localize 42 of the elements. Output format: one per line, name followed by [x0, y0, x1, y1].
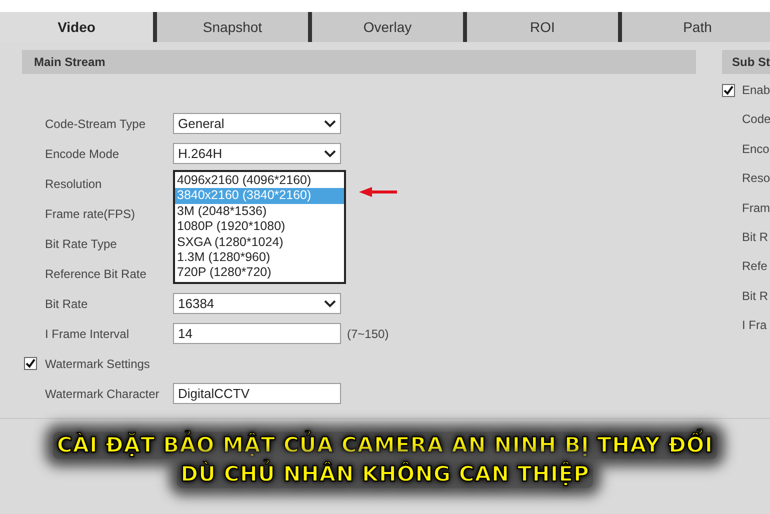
field-label: Code-Stream Type	[44, 116, 146, 130]
field-label: Reso	[742, 171, 770, 186]
field-label: Fram	[742, 200, 770, 215]
dropdown[interactable]: 16384	[173, 293, 341, 314]
checkbox-label: Watermark Settings	[45, 356, 150, 370]
dropdown-option[interactable]: SXGA (1280*1024)	[175, 234, 344, 250]
field-label: Encode Mode	[44, 146, 120, 160]
dropdown-option[interactable]: 3M (2048*1536)	[175, 204, 344, 220]
field-label: Bit R	[742, 288, 768, 303]
field-label: Code	[742, 112, 770, 126]
field-label: Refe	[742, 259, 768, 274]
checkbox[interactable]	[722, 84, 735, 96]
field-label: Resolution	[44, 176, 103, 190]
section-header: Main Stream	[22, 50, 696, 74]
field-label: Reference Bit Rate	[44, 266, 148, 280]
field-label: Bit R	[742, 230, 768, 244]
check-icon	[723, 84, 734, 96]
field-label: I Frame Interval	[44, 326, 130, 340]
input-field[interactable]: 14	[173, 323, 341, 344]
field-label: Watermark Character	[44, 386, 160, 400]
chevron-icon	[324, 150, 336, 158]
checkbox[interactable]	[24, 357, 37, 370]
field-label: I Fra	[742, 318, 767, 332]
dropdown-option[interactable]: 1.3M (1280*960)	[175, 250, 344, 266]
check-icon	[25, 358, 36, 369]
tab[interactable]: Video	[0, 12, 157, 42]
chevron-icon	[324, 120, 336, 128]
dropdown[interactable]: H.264H	[173, 143, 341, 164]
dropdown-option[interactable]: 4096x2160 (4096*2160)	[175, 173, 344, 188]
arrow-icon	[358, 186, 398, 198]
input-field[interactable]: DigitalCCTV	[173, 383, 341, 404]
field-label: Frame rate(FPS)	[44, 206, 136, 220]
checkbox-label: Enab	[742, 83, 770, 97]
dropdown-option[interactable]: 720P (1280*720)	[175, 265, 344, 281]
section-header: Sub St	[722, 50, 770, 74]
range-hint: (7~150)	[347, 326, 389, 340]
field-label: Bit Rate Type	[44, 236, 118, 250]
chevron-icon	[324, 300, 336, 308]
field-label: Enco	[742, 142, 770, 156]
field-label: Bit Rate	[44, 296, 89, 310]
dropdown-option[interactable]: 1080P (1920*1080)	[175, 219, 344, 235]
dropdown[interactable]: General	[173, 113, 341, 134]
